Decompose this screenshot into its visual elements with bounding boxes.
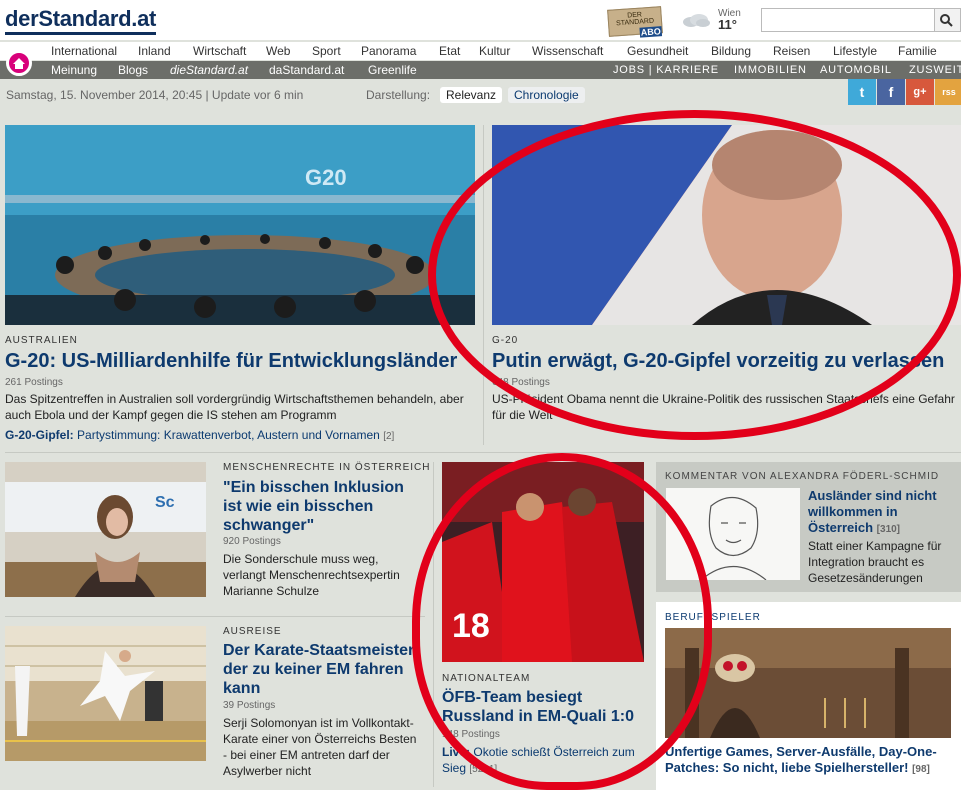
article-1-postings[interactable]: 261 Postings [5,377,63,388]
svg-text:G20: G20 [305,165,347,190]
article-3-teaser: Die Sonderschule muss weg, verlangt Mens… [223,552,400,598]
nav-meinung[interactable]: Meinung [51,63,97,77]
nav-international[interactable]: International [51,44,117,58]
article-6-count: [310] [876,524,901,535]
article-1-teaser: Das Spitzentreffen in Australien soll vo… [5,392,464,422]
article-4-postings[interactable]: 39 Postings [223,700,275,711]
abo-label: ABO [639,26,663,38]
weather-widget[interactable]: Wien 11° [718,8,741,32]
nav-diestandard[interactable]: dieStandard.at [170,63,248,77]
article-1-section: AUSTRALIEN [5,335,78,346]
nav-dastandard[interactable]: daStandard.at [269,63,344,77]
search-icon [940,14,953,27]
inclusion-photo: Sc [5,462,206,597]
article-7-headline-text: Unfertige Games, Server-Ausfälle, Day-On… [665,744,937,775]
article-7-count: [98] [912,764,930,775]
highlight-ring-football [412,453,712,790]
article-4-teaser: Serji Solomonyan ist im Vollkontakt-Kara… [223,716,417,778]
weather-temp: 11° [718,17,737,32]
primary-nav: International Inland Wirtschaft Web Spor… [0,42,961,60]
rss-button[interactable]: rss [935,79,961,105]
date-line: Samstag, 15. November 2014, 20:45 | Upda… [6,88,304,102]
rss-icon: rss [942,87,956,97]
nav-gesundheit[interactable]: Gesundheit [627,44,688,58]
article-1-related-count: [2] [383,431,395,442]
secondary-nav: Meinung Blogs dieStandard.at daStandard.… [0,61,961,79]
nav-greenlife[interactable]: Greenlife [368,63,417,77]
nav-kultur[interactable]: Kultur [479,44,510,58]
article-4-headline[interactable]: Der Karate-Staatsmeister, der zu keiner … [223,641,423,698]
nav-blogs[interactable]: Blogs [118,63,148,77]
article-1-headline[interactable]: G-20: US-Milliardenhilfe für Entwicklung… [5,350,457,373]
nav-immobilien[interactable]: IMMOBILIEN [734,64,807,76]
article-3-postings[interactable]: 920 Postings [223,536,281,547]
search-input[interactable] [761,8,935,32]
nav-sport[interactable]: Sport [312,44,341,58]
gplus-button[interactable]: g+ [906,79,934,105]
nav-jobs[interactable]: JOBS | KARRIERE [613,64,719,76]
karate-photo [5,626,206,761]
gplus-icon: g+ [913,86,927,98]
home-icon [13,58,25,69]
abo-badge[interactable]: DER STANDARD ABO [607,6,663,38]
nav-lifestyle[interactable]: Lifestyle [833,44,877,58]
article-6-teaser: Statt einer Kampagne für Integration bra… [808,539,942,585]
facebook-icon: f [888,84,894,100]
abo-top-label: DER STANDARD [615,11,655,28]
article-3-section: MENSCHENRECHTE IN ÖSTERREICH [223,462,431,473]
nav-automobil[interactable]: AUTOMOBIL [820,64,892,76]
g20-summit-image[interactable]: G20 [5,125,475,325]
twitter-icon: t [859,84,865,100]
highlight-ring-putin [428,110,961,440]
article-1-related[interactable]: G-20-Gipfel: Partystimmung: Krawattenver… [5,428,394,442]
article-3-headline[interactable]: "Ein bisschen Inklusion ist wie ein biss… [223,478,423,535]
nav-panorama[interactable]: Panorama [361,44,416,58]
cloud-icon [683,14,710,27]
facebook-button[interactable]: f [877,79,905,105]
inclusion-image[interactable]: Sc [5,462,206,597]
article-1-related-text: Partystimmung: Krawattenverbot, Austern … [77,428,380,442]
nav-etat[interactable]: Etat [439,44,460,58]
article-6-section: KOMMENTAR VON ALEXANDRA FÖDERL-SCHMID [665,471,940,482]
nav-zuzweit[interactable]: ZUSWEIT [909,64,961,76]
nav-wissenschaft[interactable]: Wissenschaft [532,44,603,58]
g20-summit-photo: G20 [5,125,475,325]
article-4-section: AUSREISE [223,626,282,637]
date-bar: Samstag, 15. November 2014, 20:45 | Upda… [0,82,961,108]
article-1-related-prefix: G-20-Gipfel: [5,428,74,442]
display-label: Darstellung: [366,88,431,102]
display-chronologie[interactable]: Chronologie [508,87,585,103]
nav-inland[interactable]: Inland [138,44,171,58]
nav-bildung[interactable]: Bildung [711,44,751,58]
nav-familie[interactable]: Familie [898,44,937,58]
svg-text:Sc: Sc [155,494,175,511]
article-6-headline[interactable]: Ausländer sind nicht willkommen in Öster… [808,488,958,538]
article-7-headline[interactable]: Unfertige Games, Server-Ausfälle, Day-On… [665,744,955,778]
karate-image[interactable] [5,626,206,761]
nav-wirtschaft[interactable]: Wirtschaft [193,44,246,58]
site-logo[interactable]: derStandard.at [5,6,156,35]
divider [5,452,961,453]
nav-reisen[interactable]: Reisen [773,44,810,58]
search-button[interactable] [935,8,961,32]
twitter-button[interactable]: t [848,79,876,105]
nav-web[interactable]: Web [266,44,290,58]
article-6-headline-text: Ausländer sind nicht willkommen in Öster… [808,488,937,535]
home-button[interactable] [6,50,32,76]
display-relevanz[interactable]: Relevanz [440,87,503,103]
divider [5,616,425,617]
